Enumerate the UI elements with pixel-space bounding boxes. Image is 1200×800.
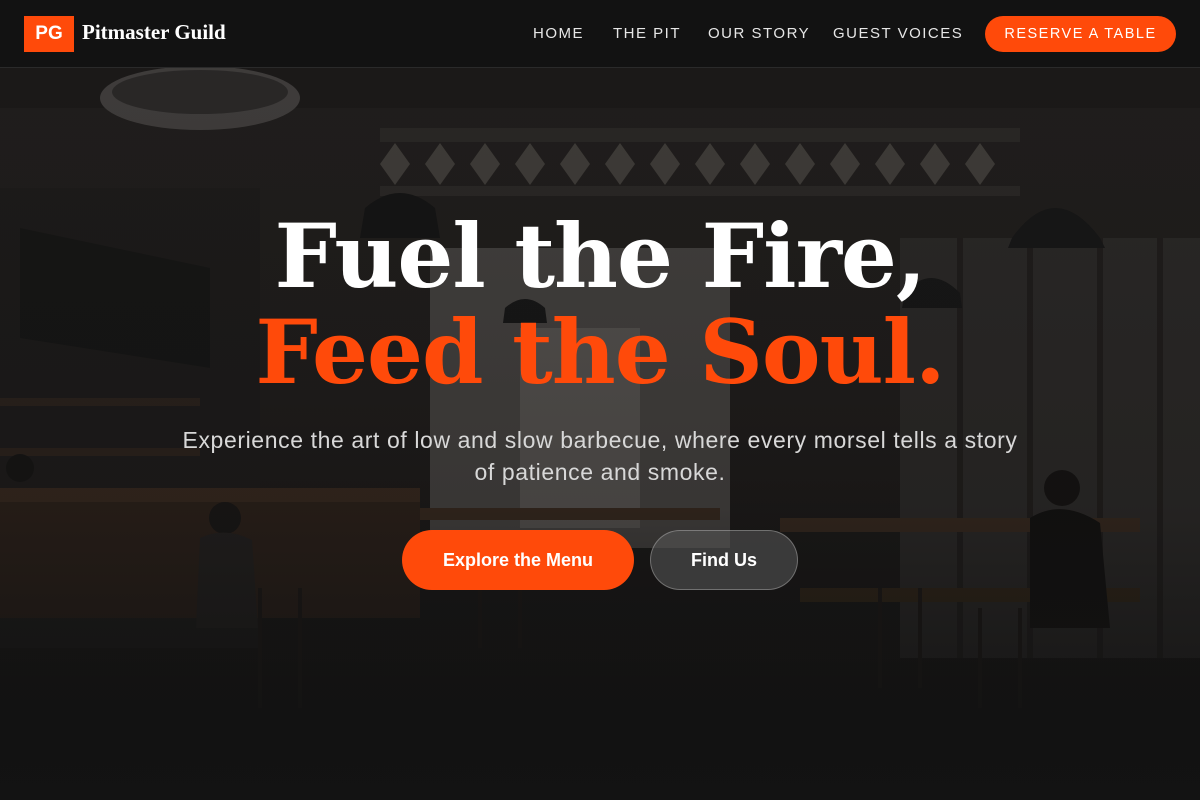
logo-badge[interactable]: PG	[24, 16, 74, 52]
nav-link-home[interactable]: HOME	[533, 25, 584, 42]
explore-menu-button[interactable]: Explore the Menu	[402, 530, 634, 590]
nav-link-guest-voices[interactable]: GUEST VOICES	[833, 25, 963, 42]
hero-subtitle: Experience the art of low and slow barbe…	[182, 427, 1018, 485]
hero-headline-line2: Feed the Soul.	[255, 300, 945, 404]
reserve-table-button[interactable]: RESERVE A TABLE	[985, 16, 1176, 52]
hero-headline-line1: Fuel the Fire,	[274, 204, 926, 308]
site-header: PG Pitmaster Guild HOME THE PIT OUR STOR…	[0, 0, 1200, 68]
nav-link-our-story[interactable]: OUR STORY	[708, 25, 810, 42]
site-name[interactable]: Pitmaster Guild	[82, 20, 226, 45]
find-us-button[interactable]: Find Us	[650, 530, 798, 590]
nav-link-the-pit[interactable]: THE PIT	[613, 25, 681, 42]
